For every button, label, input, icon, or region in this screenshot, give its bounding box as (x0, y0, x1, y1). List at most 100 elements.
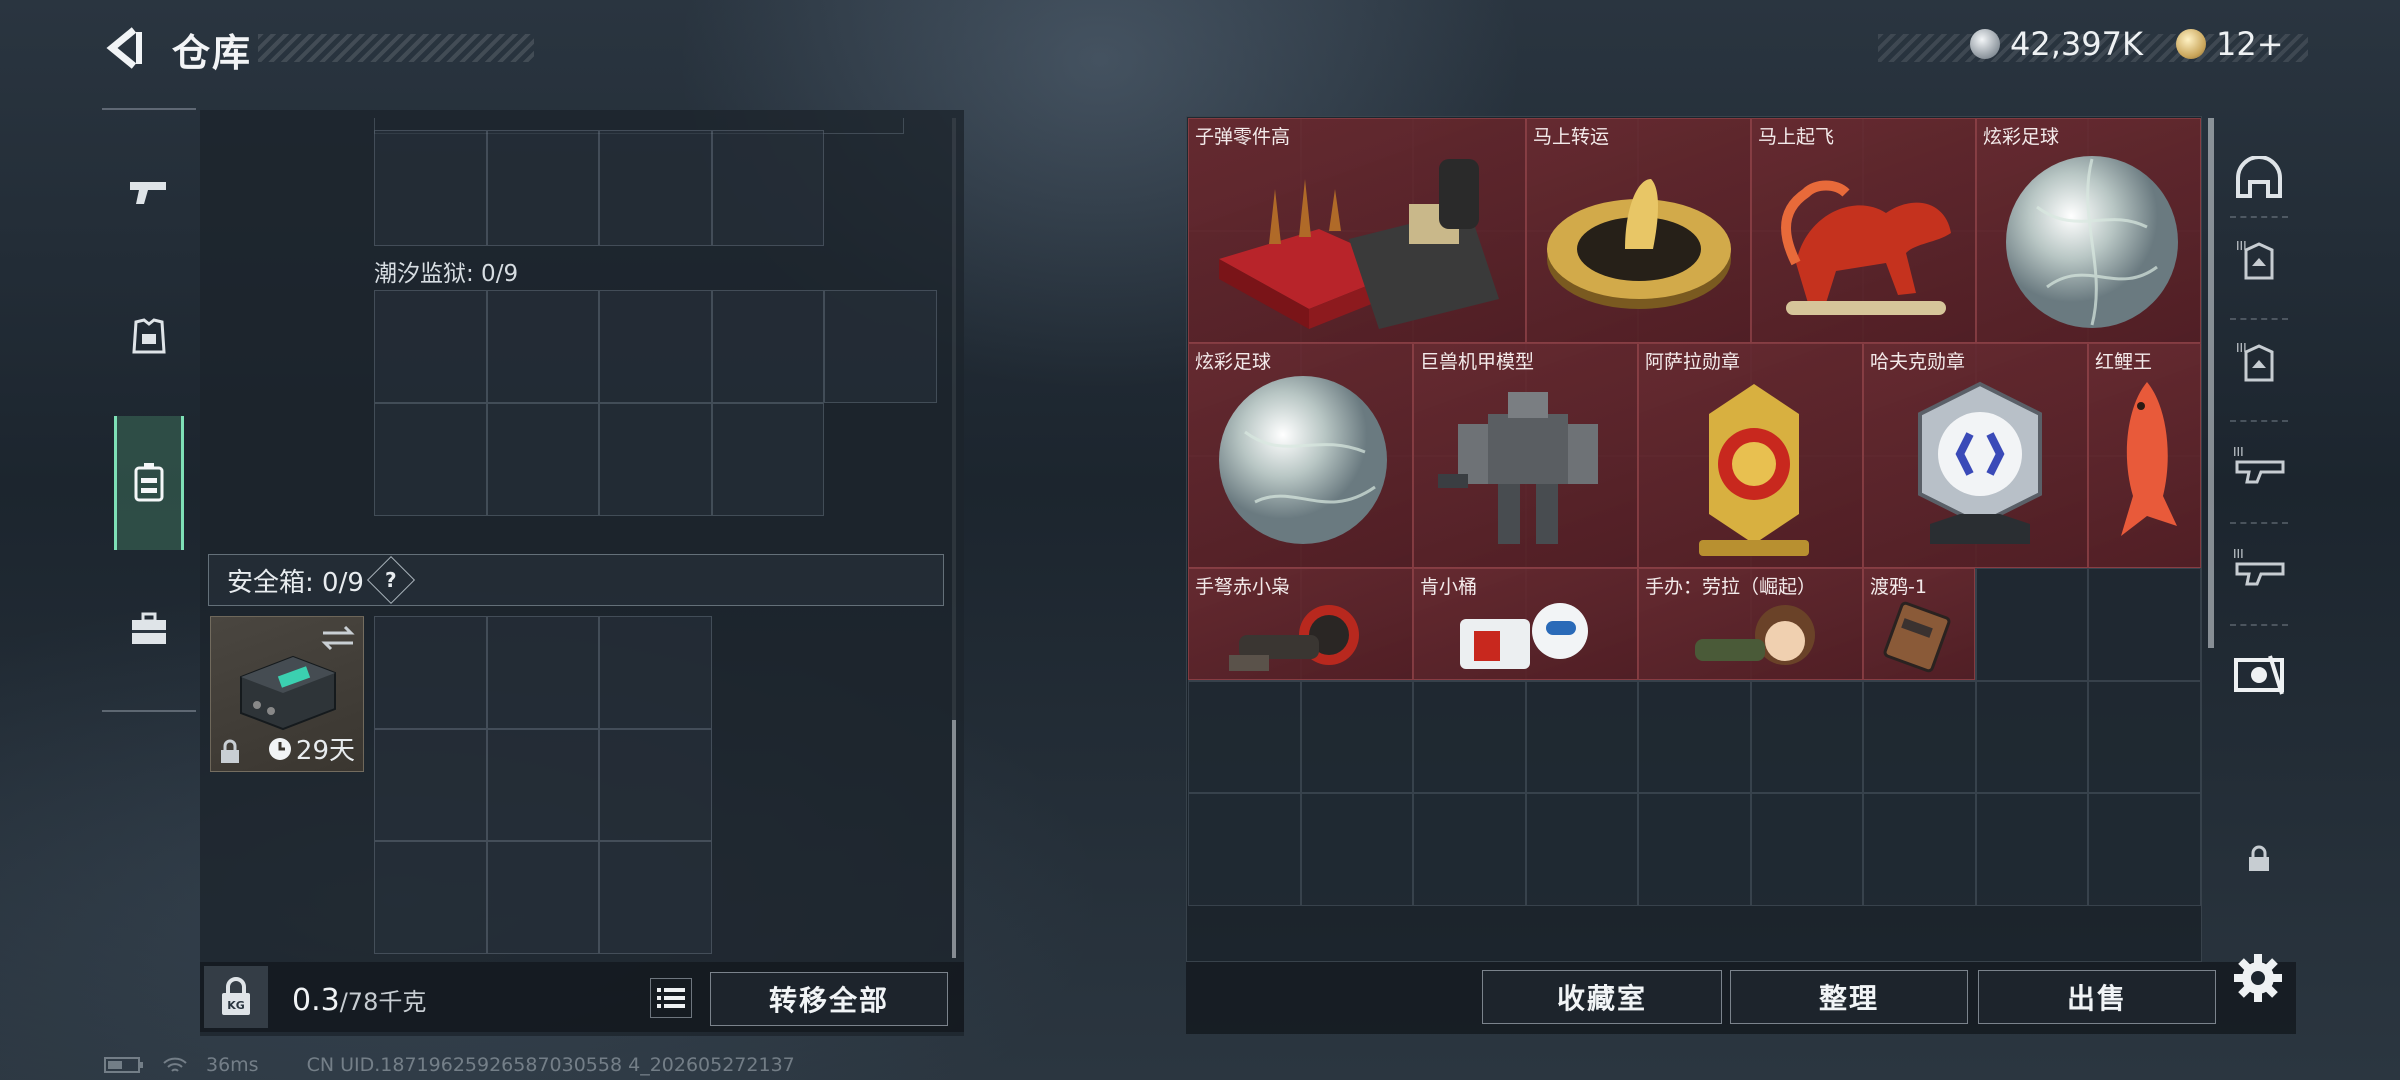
item-name: 红鲤王 (2095, 351, 2153, 373)
item-fortune-disc[interactable]: 马上转运 (1526, 118, 1751, 343)
tab-toolkit[interactable] (114, 562, 184, 696)
tab-backpack[interactable] (114, 416, 184, 550)
lock-small-icon (221, 739, 239, 763)
grid-cell[interactable] (599, 616, 712, 729)
item-mech-model[interactable]: 巨兽机甲模型 (1413, 343, 1638, 568)
left-scrollbar-thumb[interactable] (952, 720, 956, 958)
safe-case-item[interactable]: 29天 (210, 616, 364, 772)
grid-cell[interactable] (1413, 793, 1526, 906)
grid-cell[interactable] (599, 290, 712, 403)
item-lara-figure[interactable]: 手办：劳拉（崛起） (1638, 568, 1863, 680)
ticket-slot-button[interactable] (2230, 646, 2288, 704)
swap-icon[interactable] (321, 625, 355, 651)
grid-cell[interactable] (599, 841, 712, 954)
grid-cell[interactable] (599, 728, 712, 841)
grid-cell[interactable] (711, 403, 824, 516)
grid-cell[interactable] (1750, 793, 1863, 906)
grid-cell[interactable] (1863, 680, 1976, 793)
item-raven-1[interactable]: 渡鸦-1 (1863, 568, 1975, 680)
lock-icon (2249, 845, 2269, 871)
grid-cell[interactable] (599, 403, 712, 516)
grid-cell[interactable] (1188, 793, 1301, 906)
helmet-slot-button[interactable] (2230, 150, 2288, 208)
grid-cell[interactable] (1638, 793, 1751, 906)
weapon-slot-1-button[interactable]: III (2230, 436, 2288, 494)
grid-cell[interactable] (1975, 680, 2088, 793)
item-ken-bucket[interactable]: 肯小桶 (1413, 568, 1638, 680)
grid-cell[interactable] (2088, 793, 2201, 906)
back-arrow-icon[interactable] (104, 26, 144, 70)
sell-button[interactable]: 出售 (1978, 970, 2216, 1024)
grid-cell[interactable] (1525, 793, 1638, 906)
ticket-icon (2234, 655, 2284, 695)
safe-case-image (240, 655, 336, 731)
organize-button[interactable]: 整理 (1730, 970, 1968, 1024)
grid-cell[interactable] (486, 130, 599, 246)
item-horse-statue[interactable]: 马上起飞 (1751, 118, 1976, 343)
grid-cell[interactable] (599, 130, 712, 246)
item-image (1460, 603, 1588, 669)
grid-cell[interactable] (1300, 680, 1413, 793)
armor-slot-1-button[interactable]: III (2230, 232, 2288, 290)
svg-text:III: III (2233, 547, 2244, 561)
grid-cell[interactable] (1525, 680, 1638, 793)
grid-cell[interactable] (486, 616, 599, 729)
item-soccer-ball-2[interactable]: 炫彩足球 (1188, 343, 1413, 568)
grid-cell[interactable] (711, 130, 824, 246)
toolkit-icon (132, 612, 166, 644)
tab-weapons[interactable] (114, 124, 184, 258)
weapon-slot-2-button[interactable]: III (2230, 538, 2288, 596)
gear-icon[interactable] (2230, 950, 2286, 1006)
left-tab-rail (102, 108, 196, 712)
grid-cell[interactable] (374, 130, 487, 246)
grid-cell[interactable] (1300, 793, 1413, 906)
safe-box-grid (374, 616, 712, 954)
item-crossbow-owl[interactable]: 手弩赤小枭 (1188, 568, 1413, 680)
grid-cell[interactable] (374, 616, 487, 729)
grid-cell[interactable] (486, 403, 599, 516)
item-red-carp[interactable]: 红鲤王 (2088, 343, 2201, 568)
currency-main[interactable]: 42,397K (1970, 24, 2143, 64)
currency-secondary[interactable]: 12+ (2176, 24, 2284, 64)
transfer-all-button[interactable]: 转移全部 (710, 972, 948, 1026)
grid-cell[interactable] (486, 728, 599, 841)
backpack-icon (134, 463, 164, 502)
item-image (1438, 392, 1598, 544)
grid-cell[interactable] (1188, 680, 1301, 793)
armor-slot-2-button[interactable]: III (2230, 334, 2288, 392)
right-scrollbar-thumb[interactable] (2208, 118, 2214, 648)
safe-box-header: 安全箱: 0/9 ? (208, 554, 944, 606)
grid-cell[interactable] (2088, 680, 2201, 793)
svg-text:III: III (2233, 445, 2244, 459)
item-haavk-medal[interactable]: 哈夫克勋章 (1863, 343, 2088, 568)
item-soccer-ball-1[interactable]: 炫彩足球 (1976, 118, 2201, 343)
tide-prison-grid-row1 (374, 290, 937, 403)
grid-cell[interactable] (374, 728, 487, 841)
item-asala-medal[interactable]: 阿萨拉勋章 (1638, 343, 1863, 568)
grid-cell[interactable] (1750, 680, 1863, 793)
tab-armor[interactable] (114, 270, 184, 404)
collection-room-button[interactable]: 收藏室 (1482, 970, 1722, 1024)
list-view-button[interactable] (650, 978, 692, 1018)
clock-icon (268, 737, 291, 760)
lock-slot-button[interactable] (2230, 830, 2288, 888)
grid-cell[interactable] (486, 290, 599, 403)
grid-cell[interactable] (374, 290, 487, 403)
grid-cell[interactable] (824, 290, 937, 403)
grid-cell[interactable] (1863, 793, 1976, 906)
grid-cell[interactable] (711, 290, 824, 403)
weight-lock-button[interactable]: KG (204, 966, 268, 1028)
grid-cell[interactable] (486, 841, 599, 954)
grid-cell[interactable] (2088, 568, 2201, 681)
item-image (1229, 605, 1359, 671)
grid-cell[interactable] (1975, 568, 2088, 681)
grid-cell[interactable] (1413, 680, 1526, 793)
item-image (1219, 376, 1387, 544)
help-button[interactable]: ? (366, 555, 415, 605)
weight-current: 0.3 (292, 983, 340, 1018)
item-bullet-parts[interactable]: 子弹零件高 (1188, 118, 1526, 343)
grid-cell[interactable] (374, 403, 487, 516)
grid-cell[interactable] (1638, 680, 1751, 793)
grid-cell[interactable] (1975, 793, 2088, 906)
grid-cell[interactable] (374, 841, 487, 954)
